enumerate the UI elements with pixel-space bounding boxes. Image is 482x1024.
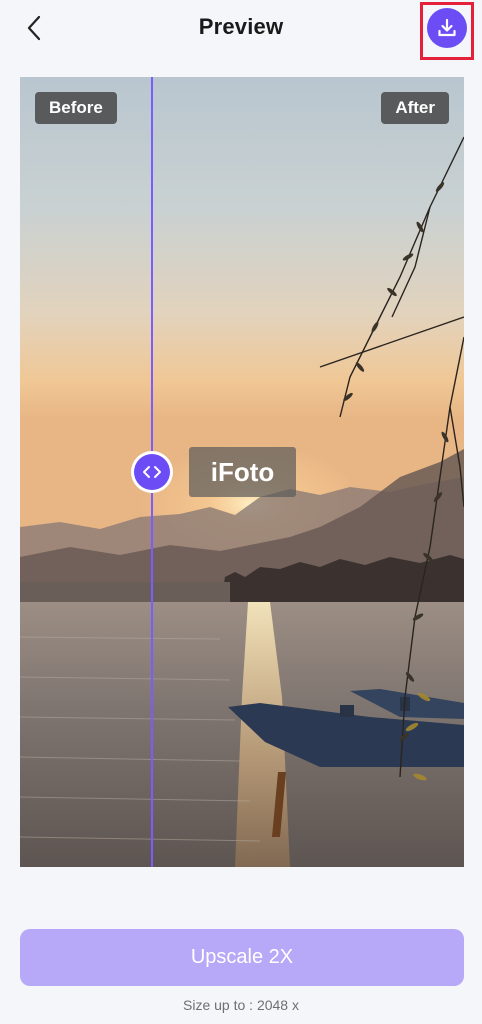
preview-screen: Preview Before After iFoto Upscale 2X Si… <box>0 0 482 1024</box>
handle-inner <box>134 454 170 490</box>
code-arrows-icon <box>143 466 161 478</box>
size-note: Size up to : 2048 x <box>183 997 299 1013</box>
upscale-button[interactable]: Upscale 2X <box>20 929 464 986</box>
before-label: Before <box>35 92 117 124</box>
after-label: After <box>381 92 449 124</box>
image-compare-view[interactable]: Before After iFoto <box>20 77 464 867</box>
download-icon <box>438 18 456 37</box>
compare-divider-handle[interactable] <box>131 451 173 493</box>
header: Preview <box>0 0 482 60</box>
page-title: Preview <box>198 14 284 39</box>
download-button[interactable] <box>427 8 467 48</box>
watermark-label: iFoto <box>189 447 296 497</box>
